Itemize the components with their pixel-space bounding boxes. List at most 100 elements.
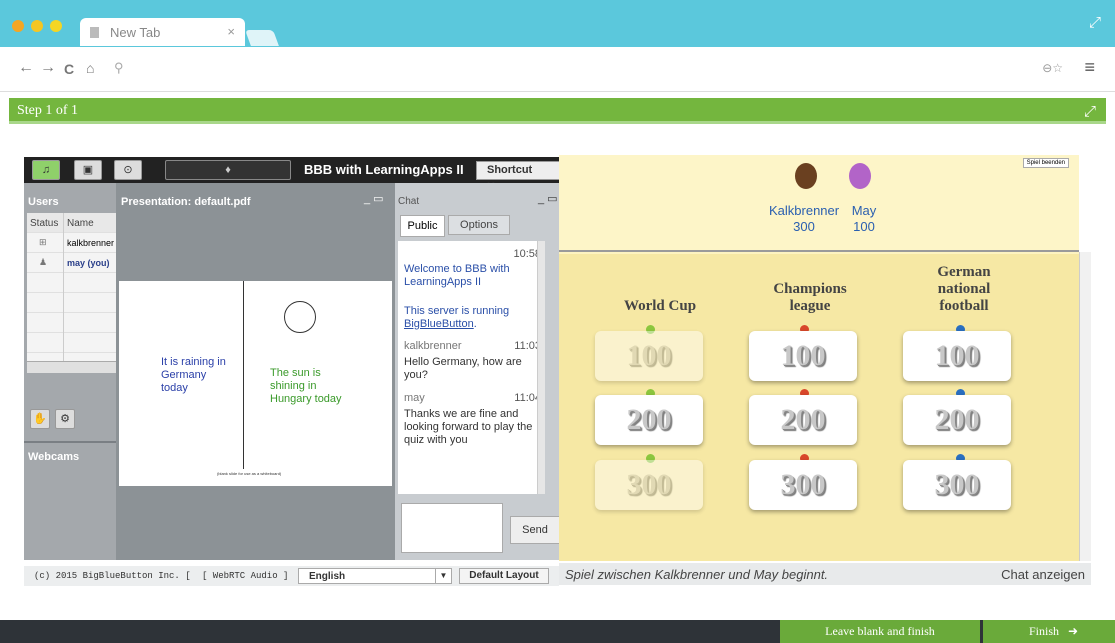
- tab-title: New Tab: [110, 25, 161, 40]
- presentation-panel: Presentation: default.pdf _ ▭ It is rain…: [117, 183, 394, 560]
- question-card[interactable]: 300: [903, 460, 1011, 510]
- user-icon: ♟: [39, 257, 48, 267]
- users-title: Users: [28, 196, 59, 208]
- back-icon[interactable]: ←: [18, 59, 34, 77]
- url-input[interactable]: ⚲: [110, 55, 1065, 83]
- message-sender: kalkbrenner: [404, 340, 462, 352]
- presentation-title: Presentation: default.pdf: [121, 196, 251, 208]
- tab-public[interactable]: Public: [400, 215, 445, 237]
- record-button[interactable]: ⊙: [114, 160, 142, 180]
- arrow-right-icon: ➜: [1068, 624, 1079, 638]
- user-row[interactable]: ♟ may (you): [27, 253, 116, 273]
- category-title: Champions league: [773, 281, 847, 314]
- window-close-dot[interactable]: [12, 20, 24, 32]
- minimize-icon[interactable]: _ ▭: [364, 192, 384, 205]
- settings-button[interactable]: ⚙: [55, 409, 75, 429]
- finish-button[interactable]: Finish ➜: [983, 620, 1115, 643]
- menu-icon[interactable]: ≡: [1084, 57, 1095, 78]
- webrtc-audio-label: [ WebRTC Audio ]: [202, 571, 289, 581]
- player-score: 100: [853, 219, 875, 234]
- slide[interactable]: It is raining in Germany today The sun i…: [119, 281, 392, 486]
- question-card[interactable]: 100: [903, 331, 1011, 381]
- tab-options[interactable]: Options: [448, 215, 510, 235]
- user-name: may (you): [67, 258, 110, 268]
- browser-tab[interactable]: New Tab ×: [80, 18, 245, 46]
- category-title: World Cup: [623, 298, 697, 314]
- game-status-text: Spiel zwischen Kalkbrenner und May begin…: [565, 567, 829, 582]
- window-maximize-dot[interactable]: [50, 20, 62, 32]
- address-bar: ← → C ⌂ ⚲ ⊖☆ ≡: [0, 47, 1115, 92]
- user-name: kalkbrenner: [67, 238, 115, 248]
- reload-icon[interactable]: C: [64, 61, 74, 77]
- presenter-icon: ⊞: [39, 237, 47, 247]
- player-score: 300: [793, 219, 815, 234]
- language-select[interactable]: English ▼: [298, 568, 452, 584]
- headset-button[interactable]: ♫: [32, 160, 60, 180]
- question-card[interactable]: 100: [595, 331, 703, 381]
- quiz-board: World Cup Champions league German nation…: [559, 254, 1079, 561]
- bbb-footer: (c) 2015 BigBlueButton Inc. [ [ WebRTC A…: [24, 566, 559, 586]
- spiel-beenden-button[interactable]: Spiel beenden: [1022, 158, 1069, 168]
- bbb-main: Users Status Name ⊞ kalkbrenner ♟ may (y…: [24, 183, 560, 560]
- finish-label: Finish: [1029, 624, 1060, 638]
- learningapps-game: Spiel beenden Kalkbrenner 300 May 100 Wo…: [559, 155, 1079, 561]
- question-card[interactable]: 200: [595, 395, 703, 445]
- question-card[interactable]: 200: [749, 395, 857, 445]
- message-text: Hello Germany, how are you?: [404, 356, 522, 381]
- bigbluebutton-link[interactable]: BigBlueButton: [404, 318, 474, 330]
- users-table: Status Name ⊞ kalkbrenner ♟ may (you): [27, 213, 116, 373]
- send-button[interactable]: Send: [510, 516, 560, 544]
- chat-input[interactable]: [401, 503, 503, 553]
- bbb-toolbar: ♫ ▣ ⊙ ♦ BBB with LearningApps II Shortcu…: [24, 157, 562, 193]
- leave-blank-button[interactable]: Leave blank and finish: [780, 620, 980, 643]
- home-icon[interactable]: ⌂: [86, 60, 94, 76]
- question-card[interactable]: 200: [903, 395, 1011, 445]
- chat-scrollbar[interactable]: [537, 241, 545, 494]
- webcams-title: Webcams: [28, 451, 80, 463]
- browser-tab-bar: New Tab × ⤢: [0, 0, 1115, 47]
- avatar: [795, 163, 817, 189]
- slide-text-left: It is raining in Germany today: [161, 356, 226, 394]
- question-card[interactable]: 300: [749, 460, 857, 510]
- question-card[interactable]: 100: [749, 331, 857, 381]
- scoreboard: Spiel beenden Kalkbrenner 300 May 100: [559, 155, 1079, 252]
- player-name: May: [851, 203, 877, 218]
- shortcut-keys-button[interactable]: Shortcut Keys: [476, 161, 562, 193]
- default-layout-button[interactable]: Default Layout: [459, 568, 549, 584]
- minimize-icon[interactable]: _ ▭: [538, 192, 558, 205]
- copyright: (c) 2015 BigBlueButton Inc. [: [34, 571, 191, 581]
- fullscreen-icon[interactable]: ⤢: [1089, 14, 1101, 31]
- avatar: [849, 163, 871, 189]
- users-scrollbar[interactable]: [27, 361, 116, 373]
- search-icon: ⚲: [114, 60, 124, 75]
- users-table-header: Status Name: [27, 213, 116, 233]
- raise-hand-button[interactable]: ✋: [30, 409, 50, 429]
- category-title: German national football: [937, 264, 991, 314]
- webcam-button[interactable]: ▣: [74, 160, 102, 180]
- page-icon: [90, 27, 99, 38]
- slide-footer-note: (blank slide for use as a whiteboard): [217, 471, 282, 476]
- question-card[interactable]: 300: [595, 460, 703, 510]
- window-minimize-dot[interactable]: [31, 20, 43, 32]
- sun-circle: [284, 301, 316, 333]
- forward-icon[interactable]: →: [40, 59, 56, 77]
- user-row[interactable]: ⊞ kalkbrenner: [27, 233, 116, 253]
- name-column-header[interactable]: Name: [67, 218, 94, 229]
- message-sender: may: [404, 392, 425, 404]
- game-status-bar: Spiel zwischen Kalkbrenner und May begin…: [559, 563, 1091, 585]
- microphone-button[interactable]: ♦: [165, 160, 291, 180]
- player-name: Kalkbrenner: [769, 203, 840, 218]
- new-tab-button[interactable]: [245, 30, 279, 46]
- message-text: Welcome to BBB with LearningApps II: [404, 263, 510, 288]
- chat-toggle[interactable]: Chat anzeigen: [1001, 567, 1085, 582]
- tab-close-icon[interactable]: ×: [227, 24, 235, 39]
- status-column-header[interactable]: Status: [30, 218, 58, 229]
- step-label: Step 1 of 1: [17, 103, 79, 118]
- message-text: Thanks we are fine and looking forward t…: [404, 408, 533, 446]
- game-scrollbar[interactable]: [1079, 252, 1091, 561]
- users-panel: Users Status Name ⊞ kalkbrenner ♟ may (y…: [24, 183, 116, 560]
- expand-icon[interactable]: ⤢: [1084, 103, 1096, 121]
- chat-title: Chat: [398, 196, 420, 207]
- bookmark-star-icon[interactable]: ⊖☆: [1042, 61, 1063, 75]
- webcams-panel: Webcams: [24, 441, 116, 560]
